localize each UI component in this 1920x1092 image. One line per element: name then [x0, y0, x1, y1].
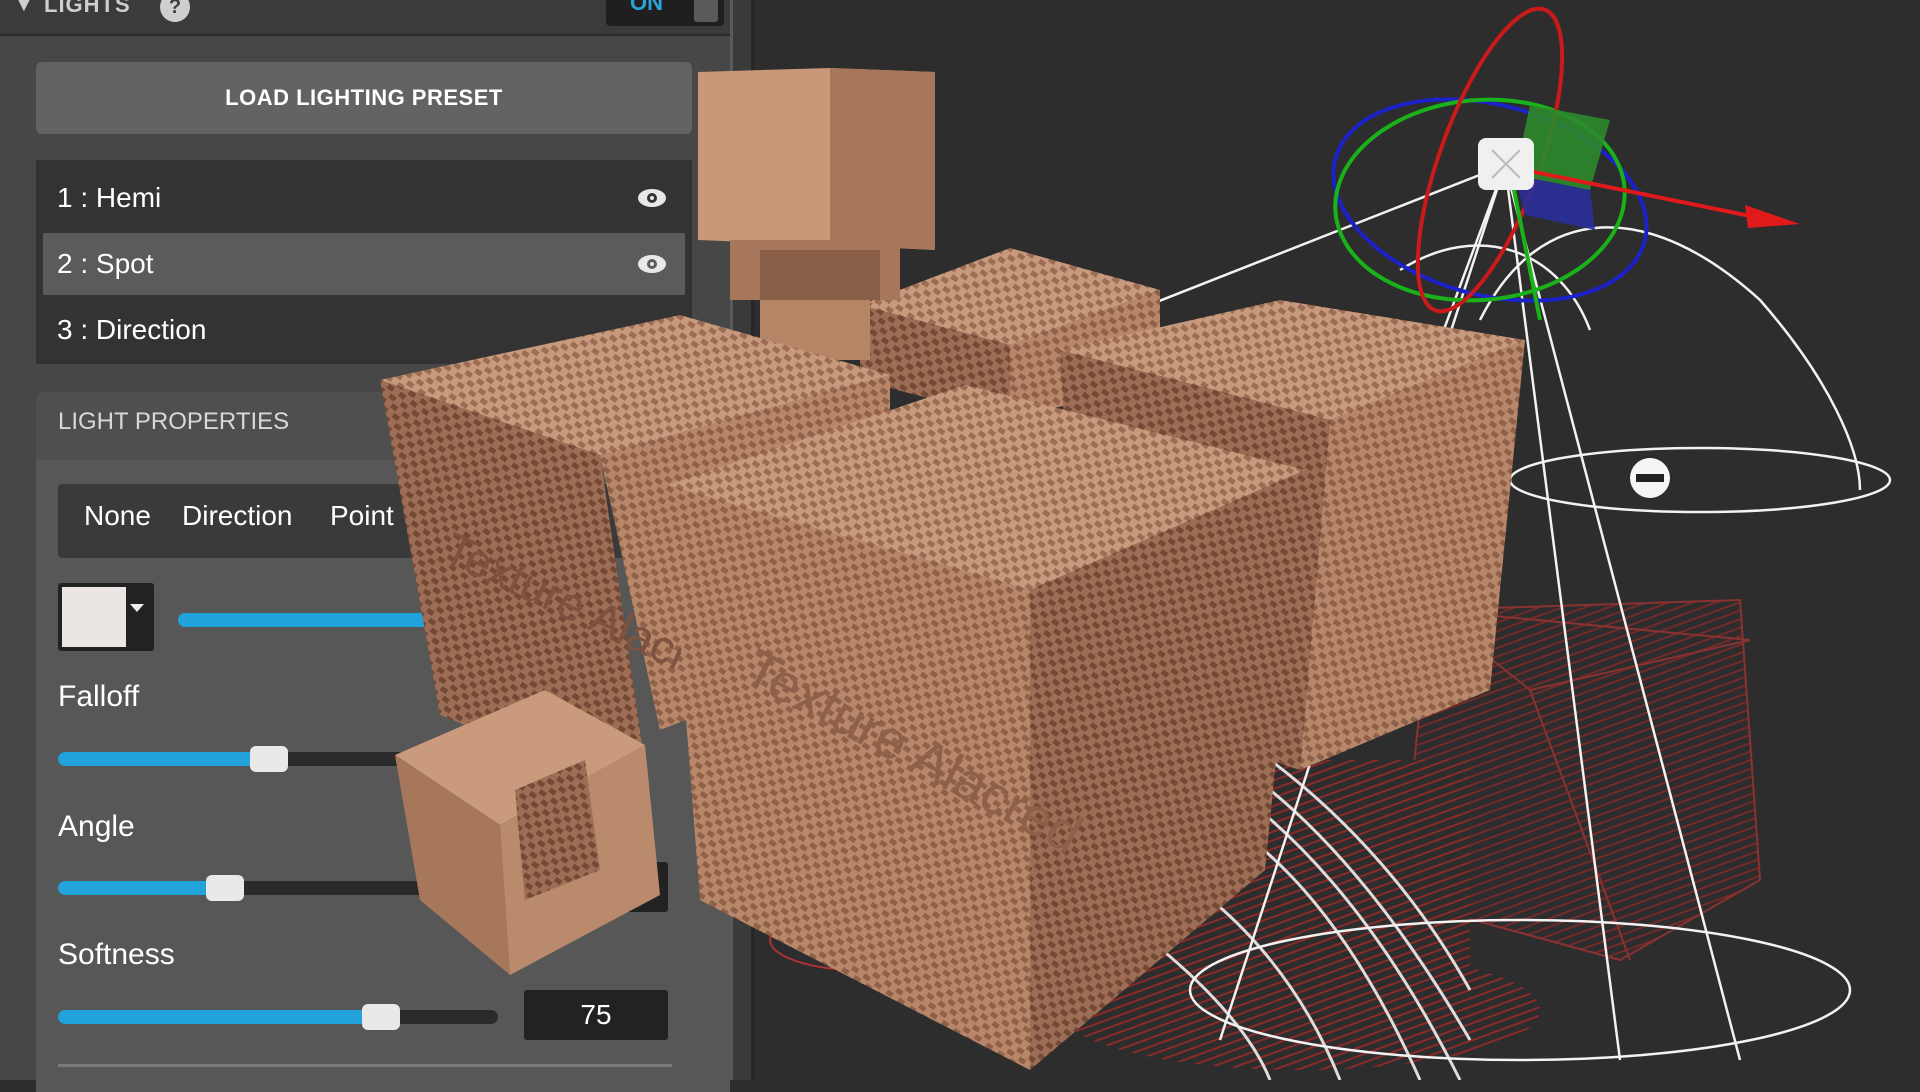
3d-viewport[interactable]: Texture Alacred Texture Alacred	[0, 0, 1920, 1080]
gizmo-x-arrow-icon[interactable]	[1745, 205, 1800, 228]
cube-small-cutout[interactable]	[395, 690, 660, 975]
